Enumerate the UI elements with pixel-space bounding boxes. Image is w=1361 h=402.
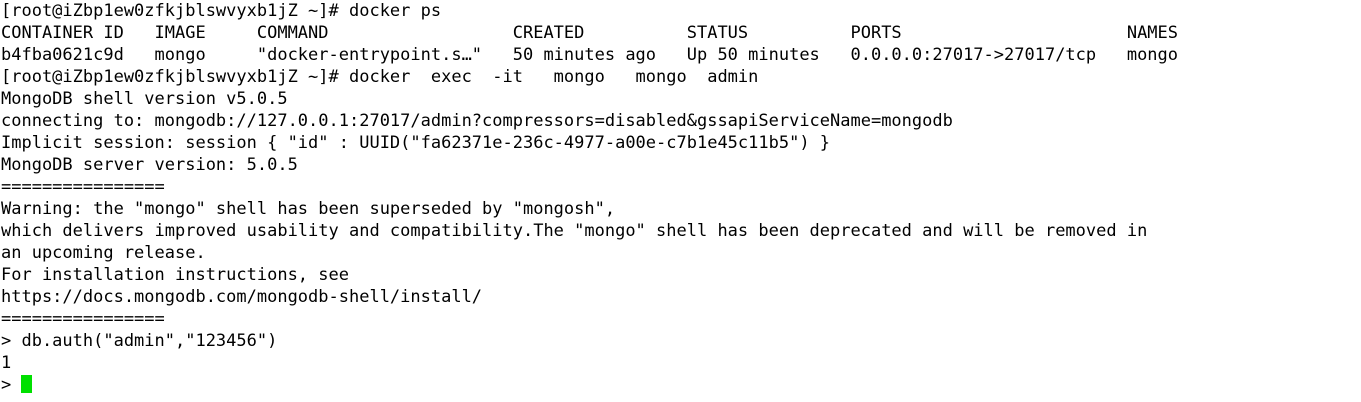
install-url-line: https://docs.mongodb.com/mongodb-shell/i… <box>1 287 483 307</box>
docker-ps-row: b4fba0621c9d mongo "docker-entrypoint.s…… <box>1 45 1179 65</box>
mongo-auth-command: > db.auth("admin","123456") <box>1 331 278 351</box>
warning-line-3: an upcoming release. <box>1 243 206 263</box>
mongo-server-version: MongoDB server version: 5.0.5 <box>1 155 298 175</box>
warning-line-1: Warning: the "mongo" shell has been supe… <box>1 199 616 219</box>
mongo-connecting-line: connecting to: mongodb://127.0.0.1:27017… <box>1 111 953 131</box>
mongo-session-line: Implicit session: session { "id" : UUID(… <box>1 133 831 153</box>
input-prompt-line[interactable]: > <box>1 374 1361 396</box>
mongo-shell-version: MongoDB shell version v5.0.5 <box>1 89 288 109</box>
mongo-auth-result: 1 <box>1 353 12 373</box>
prompt-symbol: > <box>1 375 22 395</box>
install-instructions-line: For installation instructions, see <box>1 265 349 285</box>
terminal-line-docker-exec: [root@iZbp1ew0zfkjblswvyxb1jZ ~]# docker… <box>1 67 759 87</box>
separator-line: ================ <box>1 309 165 329</box>
warning-line-2: which delivers improved usability and co… <box>1 221 1148 241</box>
text-cursor <box>21 375 33 393</box>
separator-line: ================ <box>1 177 165 197</box>
terminal-line-docker-ps: [root@iZbp1ew0zfkjblswvyxb1jZ ~]# docker… <box>1 1 442 21</box>
docker-ps-header: CONTAINER ID IMAGE COMMAND CREATED STATU… <box>1 23 1179 43</box>
terminal-window[interactable]: [root@iZbp1ew0zfkjblswvyxb1jZ ~]# docker… <box>0 0 1361 402</box>
